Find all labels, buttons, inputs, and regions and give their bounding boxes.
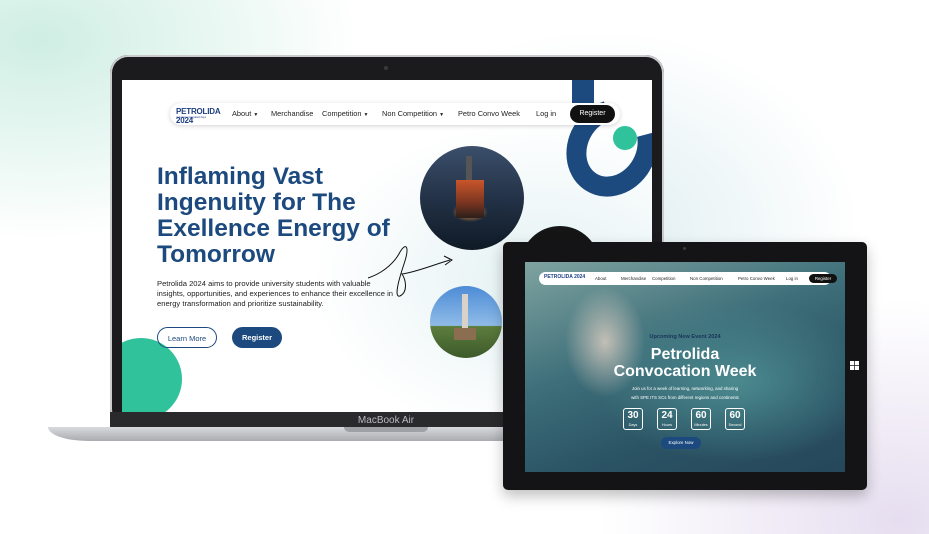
tablet-screen: PETROLIDA 2024 About Merchandise Competi… [525,262,845,472]
tablet-register-button[interactable]: Register [809,274,837,283]
windows-icon [850,361,859,370]
hero-register-button[interactable]: Register [232,327,282,348]
countdown-value: 60 [729,410,741,421]
laptop-camera [384,66,388,70]
arrow-decoration [367,246,453,297]
tablet-nav-petro-convo-week[interactable]: Petro Convo Week [738,276,775,281]
event-description-line1: Join us for a week of learning, networki… [631,386,739,391]
land-rig-photo [430,286,502,358]
chevron-down-icon: ▼ [253,112,259,118]
countdown-value: 60 [695,410,707,421]
countdown-value: 24 [661,410,673,421]
logo-subtitle: petroleum integrated days [176,116,206,119]
tablet-nav: PETROLIDA 2024 About Merchandise Competi… [539,272,837,285]
laptop-notch [344,427,428,432]
nav-competition[interactable]: Competition ▼ [322,109,368,118]
device-label: MacBook Air [357,415,415,426]
top-nav: PETROLIDA 2024 petroleum integrated days… [170,103,620,125]
countdown-minutes: 60 Minutes [691,408,711,430]
decor-teal-dot [613,126,637,150]
countdown-value: 30 [627,410,639,421]
explore-now-button[interactable]: Explore Now [661,437,701,449]
event-title: Petrolida Convocation Week [525,346,845,380]
rig-base [454,328,476,340]
tablet-camera [683,247,686,250]
nav-about[interactable]: About ▼ [232,109,258,118]
countdown-seconds: 60 Second [725,408,745,430]
nav-petro-convo-week[interactable]: Petro Convo Week [458,109,520,118]
nav-merchandise[interactable]: Merchandise [271,109,313,118]
countdown-unit: Hours [661,423,673,427]
tablet-nav-about[interactable]: About [595,276,606,281]
nav-register-button[interactable]: Register [570,105,615,123]
petrolida-logo[interactable]: PETROLIDA 2024 petroleum integrated days [176,107,232,125]
tablet-logo[interactable]: PETROLIDA 2024 [544,274,585,280]
countdown-unit: Minutes [694,423,708,427]
event-title-line1: Petrolida [650,346,720,363]
event-title-line2: Convocation Week [613,363,757,380]
offshore-rig-photo [420,146,524,250]
nav-non-competition[interactable]: Non Competition ▼ [382,109,444,118]
event-description-line2: with SPE ITS SCs from different regions … [631,395,739,400]
countdown-days: 30 Days [623,408,643,430]
chevron-down-icon: ▼ [439,112,445,118]
countdown-unit: Days [628,423,638,427]
decor-teal-circle [122,338,182,412]
event-description: Join us for a week of learning, networki… [605,384,765,402]
event-label: Upcoming New Event 2024 [649,334,721,340]
countdown-hours: 24 Hours [657,408,677,430]
countdown-unit: Second [728,423,742,427]
rig-derrick [466,156,472,182]
learn-more-button[interactable]: Learn More [157,327,217,348]
tablet-nav-merchandise[interactable]: Merchandise [621,276,646,281]
rig-platform [456,180,484,218]
login-link[interactable]: Log in [536,109,556,118]
hero-description: Petrolida 2024 aims to provide universit… [157,279,393,308]
tablet-nav-competition[interactable]: Competition [652,276,675,281]
chevron-down-icon: ▼ [363,112,369,118]
tablet-nav-non-competition[interactable]: Non Competition [690,276,723,281]
tablet-login-link[interactable]: Log in [786,276,798,281]
